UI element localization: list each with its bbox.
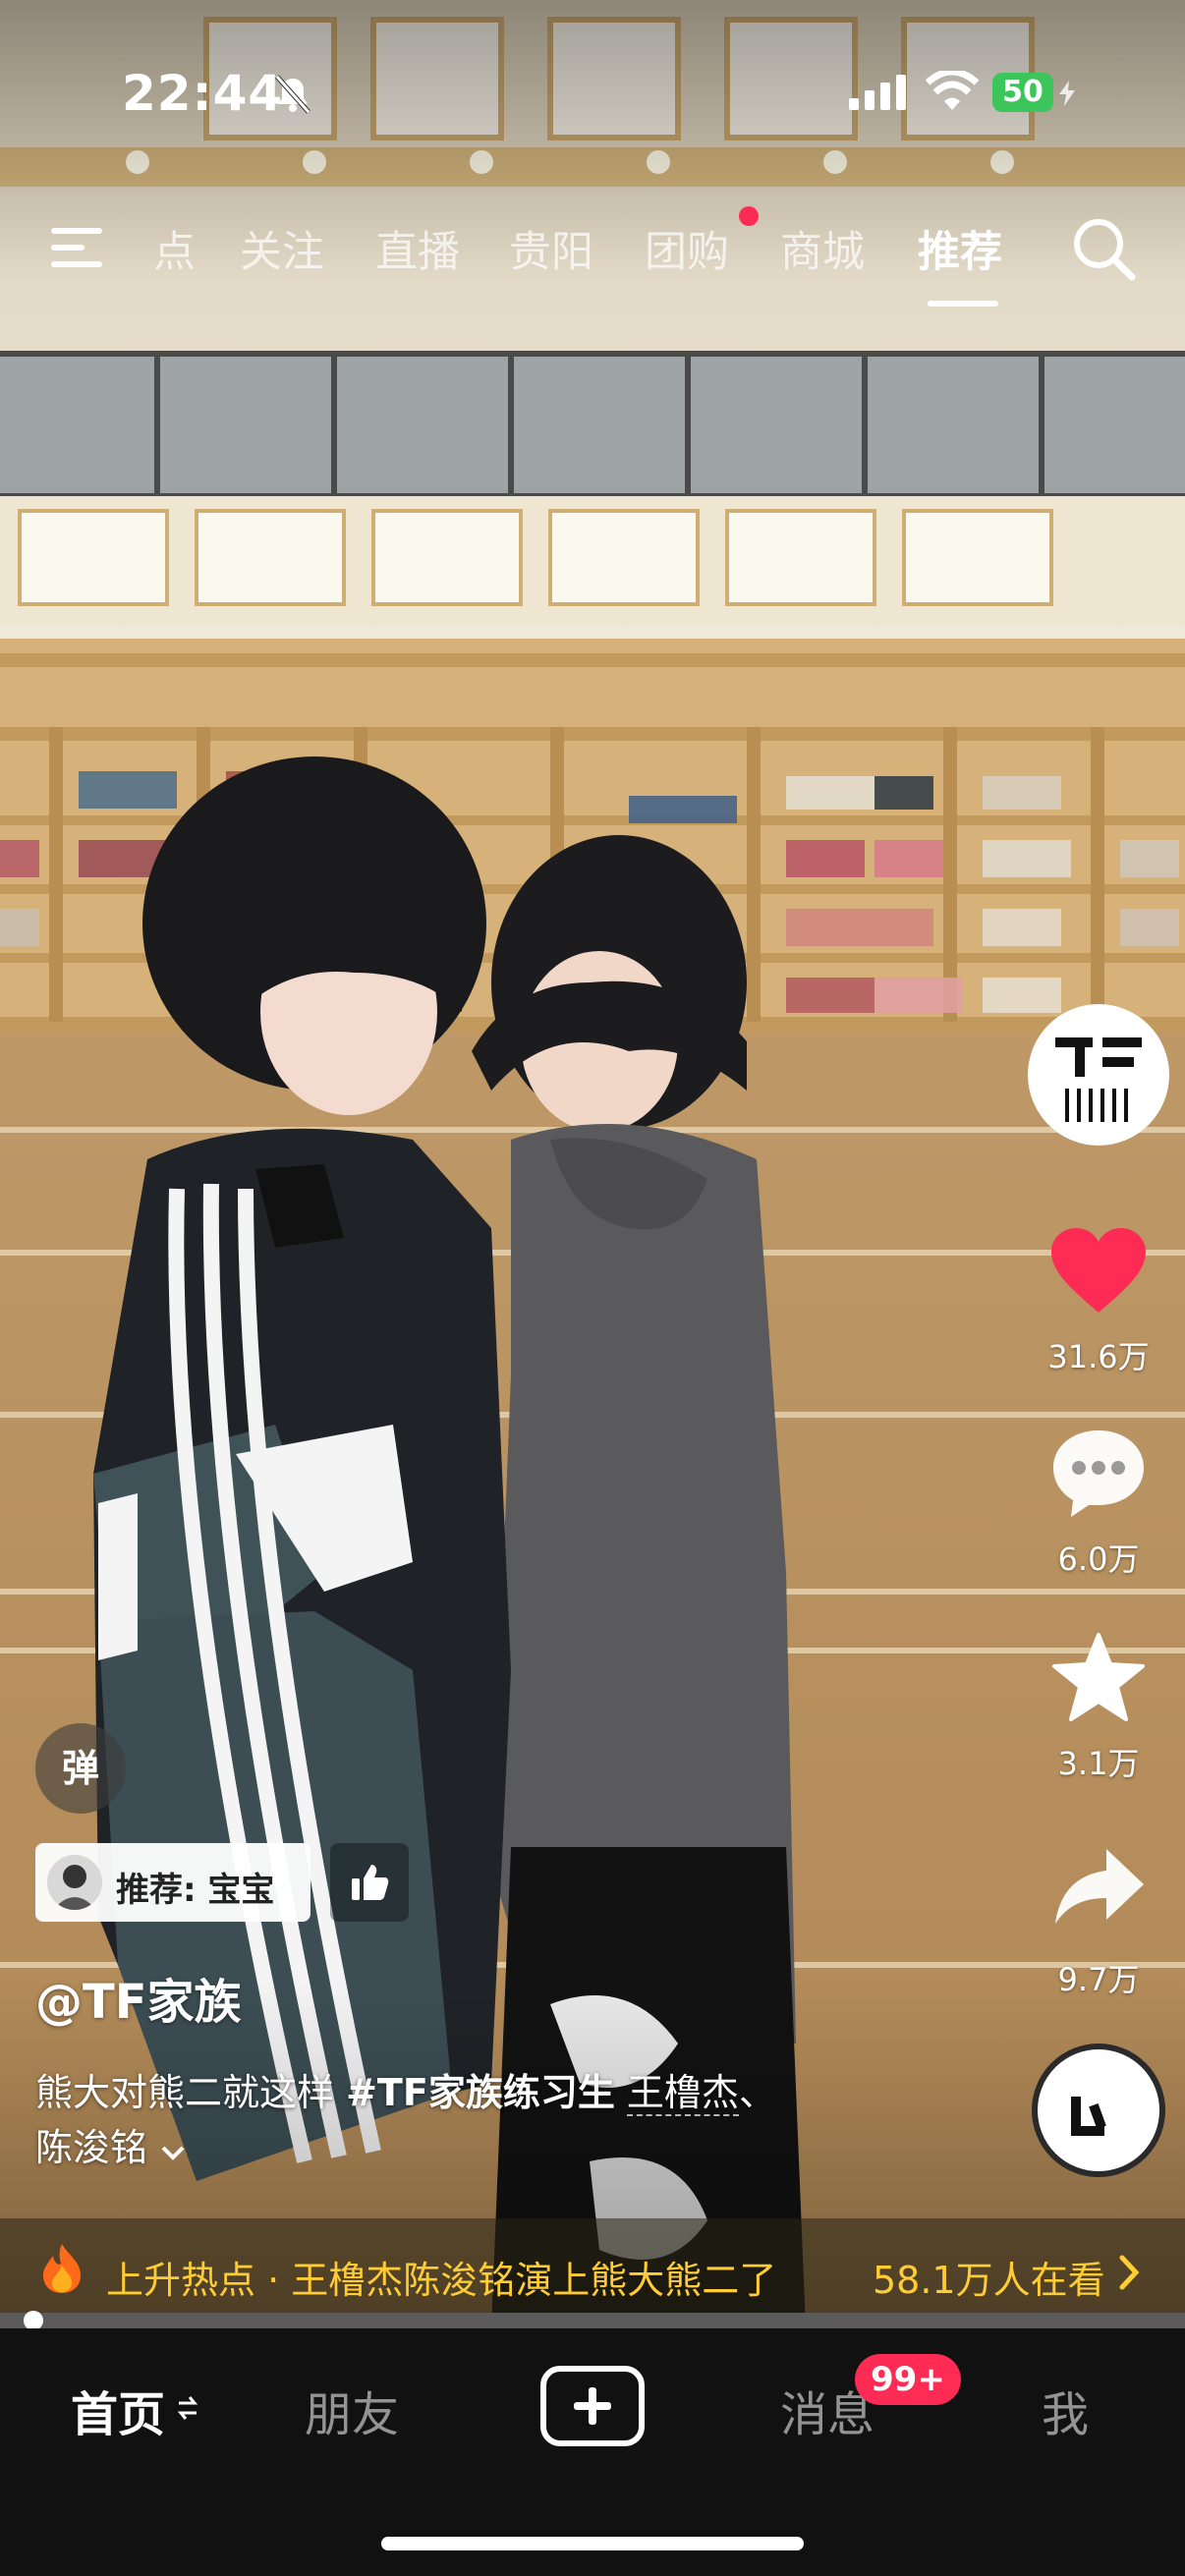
active-tab-indicator: [928, 301, 998, 307]
tab-following[interactable]: 关注: [240, 218, 324, 279]
trending-watching-count: 58.1万人在看: [873, 2259, 1105, 2302]
tab-guiyang[interactable]: 贵阳: [509, 218, 593, 279]
author-name[interactable]: @TF家族: [35, 1963, 242, 2032]
chevron-right-icon: [1116, 2254, 1142, 2291]
mute-bell-icon: [271, 73, 314, 116]
thumbs-up-icon: [350, 1863, 389, 1902]
danmaku-label: 弹: [61, 1747, 99, 1790]
caption-hashtag[interactable]: #TF家族练习生: [346, 2071, 615, 2114]
danmaku-toggle[interactable]: 弹: [35, 1723, 126, 1814]
favorite-star-icon[interactable]: [1049, 1631, 1148, 1725]
expand-chevron-icon[interactable]: [159, 2123, 187, 2178]
recommender-avatar: [47, 1855, 102, 1910]
caption-mention-2[interactable]: 陈浚铭: [35, 2126, 147, 2169]
signal-icon: [849, 75, 908, 110]
caption-separator: 、: [738, 2071, 776, 2114]
comment-icon[interactable]: [1049, 1427, 1148, 1521]
messages-badge: 99+: [855, 2354, 961, 2405]
nav-friends[interactable]: 朋友: [305, 2376, 399, 2444]
music-disc[interactable]: [1032, 2044, 1165, 2177]
flame-icon: [39, 2242, 85, 2295]
caption-mention-1[interactable]: 王橹杰: [626, 2071, 739, 2116]
favorite-count: 3.1万: [1057, 1745, 1140, 1782]
nav-home[interactable]: 首页: [71, 2376, 165, 2444]
battery-indicator: 50: [992, 73, 1053, 112]
video-progress-bar[interactable]: [0, 2313, 1185, 2328]
comment-count: 6.0万: [1057, 1540, 1140, 1578]
home-indicator: [381, 2537, 804, 2550]
tab-recommend[interactable]: 推荐: [918, 218, 1002, 279]
share-arrow-icon[interactable]: [1053, 1847, 1146, 1926]
search-icon[interactable]: [1071, 216, 1136, 281]
tf-logo-icon: [1055, 1037, 1142, 1122]
status-time: 22:44: [122, 65, 284, 122]
wifi-icon: [925, 68, 980, 112]
author-avatar[interactable]: [1028, 1004, 1169, 1146]
share-count: 9.7万: [1057, 1961, 1140, 1998]
plus-icon: [570, 2383, 615, 2429]
tab-mall[interactable]: 商城: [780, 218, 865, 279]
video-caption[interactable]: 熊大对熊二就这样 #TF家族练习生 王橹杰、 陈浚铭: [35, 2065, 890, 2178]
tab-dian[interactable]: 点: [153, 218, 196, 279]
recommend-text: 推荐: 宝宝: [116, 1871, 275, 1910]
notification-dot: [739, 206, 759, 226]
caption-text: 熊大对熊二就这样: [35, 2071, 347, 2114]
refresh-arrows-icon: [177, 2393, 198, 2423]
progress-knob[interactable]: [24, 2311, 43, 2330]
tf-family-disc-icon: [1071, 2097, 1106, 2136]
like-count: 31.6万: [1047, 1338, 1150, 1375]
nav-me[interactable]: 我: [1042, 2376, 1089, 2444]
charging-bolt-icon: [1057, 81, 1077, 106]
trending-text: 上升热点 · 王橹杰陈浚铭演上熊大熊二了: [106, 2259, 777, 2302]
tab-group-buy[interactable]: 团购: [645, 218, 729, 279]
like-heart-icon[interactable]: [1049, 1226, 1148, 1315]
tab-live[interactable]: 直播: [375, 218, 460, 279]
menu-icon[interactable]: [51, 224, 110, 271]
